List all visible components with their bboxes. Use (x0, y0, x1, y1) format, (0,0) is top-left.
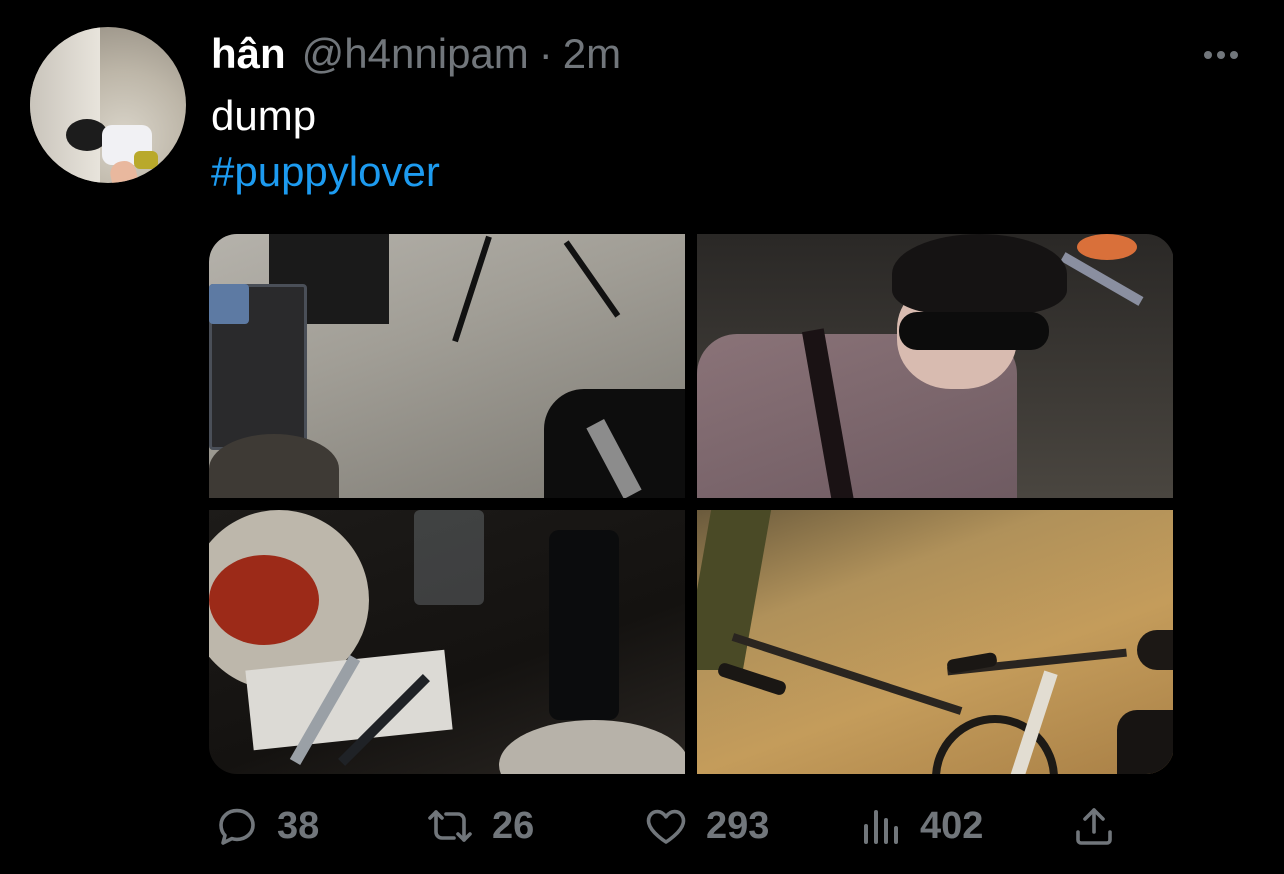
avatar[interactable] (30, 27, 186, 183)
retweet-button[interactable]: 26 (424, 796, 534, 856)
more-dot (1204, 51, 1212, 59)
author-name[interactable]: hân (211, 30, 286, 78)
photo-leg (1117, 710, 1173, 774)
photo-grip (716, 661, 788, 697)
photo-ball (1077, 234, 1137, 260)
tweet-header: hân @h4nnipam · 2m (211, 30, 621, 86)
analytics-icon (860, 802, 904, 850)
header-separator: · (538, 30, 553, 77)
photo-drum (209, 434, 339, 498)
photo-bottle (549, 530, 619, 720)
avatar-photo-bag (134, 151, 158, 169)
action-bar: 38 26 293 402 (0, 796, 1284, 856)
reply-count: 38 (277, 804, 320, 847)
more-dot (1230, 51, 1238, 59)
photo-stand (563, 240, 621, 318)
tweet[interactable]: hân @h4nnipam · 2m dump #puppylover 38 2… (0, 0, 1284, 874)
views-count: 402 (920, 804, 984, 847)
photo-stand (452, 235, 492, 343)
more-horizontal-icon[interactable] (1196, 40, 1246, 70)
photo-bowl (499, 720, 685, 774)
media-grid (209, 234, 1174, 774)
media-photo-portrait[interactable] (697, 234, 1173, 498)
photo-amp-top (209, 284, 249, 324)
reply-icon (213, 802, 261, 850)
photo-glass (414, 510, 484, 605)
like-count: 293 (706, 804, 770, 847)
more-dot (1217, 51, 1225, 59)
tweet-timestamp[interactable]: 2m (563, 30, 621, 78)
tweet-text: dump (211, 92, 317, 139)
hashtag-link[interactable]: #puppylover (211, 144, 440, 200)
share-icon (1070, 802, 1118, 850)
views-button[interactable]: 402 (860, 796, 983, 856)
like-button[interactable]: 293 (642, 796, 769, 856)
media-photo-bicycle[interactable] (697, 510, 1173, 774)
photo-hair (892, 234, 1067, 314)
heart-icon (642, 802, 690, 850)
photo-pasta (209, 555, 319, 645)
photo-sunglasses (899, 312, 1049, 350)
share-button[interactable] (1070, 796, 1118, 856)
photo-bench (1060, 252, 1144, 306)
retweet-count: 26 (492, 804, 535, 847)
author-handle[interactable]: @h4nnipam (302, 30, 529, 78)
media-photo-rehearsal[interactable] (209, 234, 685, 498)
reply-button[interactable]: 38 (213, 796, 319, 856)
retweet-icon (424, 802, 476, 850)
media-photo-dinner[interactable] (209, 510, 685, 774)
photo-handlebar (731, 633, 963, 715)
photo-arm (1137, 630, 1173, 670)
avatar-photo-wall (30, 27, 100, 183)
